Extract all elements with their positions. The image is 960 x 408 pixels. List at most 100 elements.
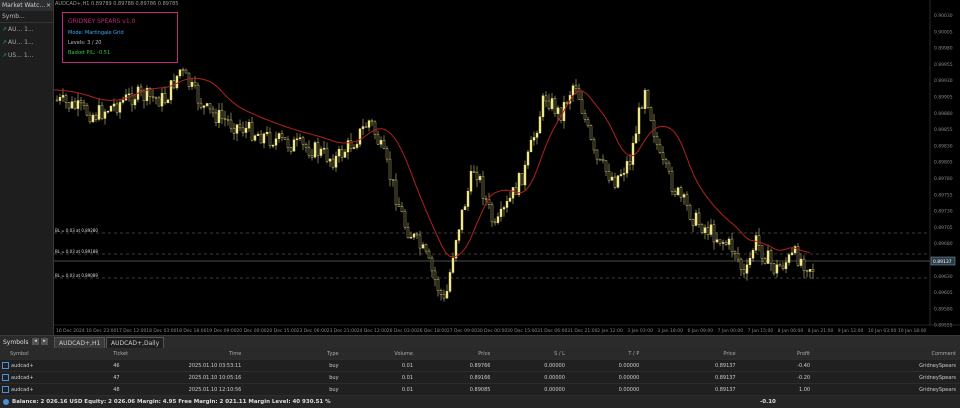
candle-body — [55, 99, 59, 102]
candle-body — [277, 133, 281, 139]
col-tp[interactable]: T / P — [565, 351, 639, 357]
cell-sl: 0.00000 — [544, 386, 565, 393]
chart-canvas[interactable]: 0.90030 0.90005 0.89980 0.89955 0.89930 0.899… — [53, 0, 960, 335]
table-row[interactable]: audcad+ 48 2025.01.10 12:10:56 buy 0.01 … — [0, 384, 960, 396]
candle-body — [670, 170, 674, 192]
candle-body — [550, 98, 554, 109]
candle-body — [268, 131, 272, 146]
candle-body — [595, 149, 599, 160]
candle-body — [517, 173, 521, 195]
candle-body — [118, 102, 122, 113]
candle-body — [169, 80, 173, 101]
table-row[interactable]: audcad+ 46 2025.01.10 03:53:11 buy 0.01 … — [0, 360, 960, 372]
cell-symbol: audcad+ — [11, 374, 34, 381]
candle-body — [547, 100, 551, 109]
market-watch-row[interactable]: ↗ AU... 1... — [0, 36, 53, 49]
col-ticket[interactable]: Ticket — [113, 351, 188, 357]
candle-body — [253, 135, 257, 141]
candle-body — [760, 245, 764, 259]
table-row[interactable]: audcad+ 47 2025.01.10 10:05:16 buy 0.01 … — [0, 372, 960, 384]
candle-body — [496, 216, 500, 223]
candle-body — [667, 162, 671, 172]
close-icon[interactable]: × — [46, 2, 51, 10]
candle-body — [316, 142, 320, 156]
tab-prev-button[interactable]: ◂ — [32, 338, 39, 345]
candle-body — [673, 191, 677, 195]
price-tick: 0.90005 — [934, 29, 953, 35]
candle-body — [370, 120, 374, 123]
candle-body — [478, 176, 482, 181]
candle-body — [703, 227, 707, 234]
candle-body — [499, 208, 503, 217]
market-watch-header[interactable]: Symb... — [0, 11, 53, 23]
market-watch-panel: Market Watc... × Symb... ↗ AU... 1... ↗ … — [0, 0, 54, 335]
cell-type: buy — [329, 362, 339, 369]
candle-body — [220, 109, 224, 119]
candle-body — [424, 244, 428, 252]
symbols-tab[interactable]: Symbols — [0, 337, 31, 347]
chart-title: AUDCAD+,H1 0.89789 0.89788 0.89786 0.897… — [55, 1, 179, 7]
candle-body — [769, 250, 773, 264]
level-label: BL = 0.03 at 0.89188 — [55, 249, 98, 254]
candle-body — [385, 148, 389, 160]
time-tick: 16 Dec 2024 — [56, 328, 85, 334]
ea-title: GRIDNEY SPEARS v1.0 — [68, 18, 136, 25]
time-tick: 16 Dec 23:00 — [86, 328, 116, 334]
col-profit[interactable]: Profit — [736, 351, 810, 357]
cell-ticket: 46 — [113, 362, 120, 369]
candle-body — [67, 102, 71, 109]
candle-body — [448, 272, 452, 292]
candle-body — [70, 101, 74, 109]
candle-body — [763, 258, 767, 264]
candle-body — [526, 151, 530, 166]
candle-body — [121, 99, 125, 103]
price-chart[interactable]: 0.90030 0.90005 0.89980 0.89955 0.89930 0.899… — [53, 0, 960, 335]
candle-body — [790, 252, 794, 255]
price-tick: 0.90030 — [934, 13, 953, 19]
price-tick: 0.89730 — [934, 209, 953, 215]
candle-body — [199, 102, 203, 108]
market-watch-row[interactable]: ↗ US... 1... — [0, 49, 53, 62]
cell-volume: 0.01 — [401, 374, 414, 381]
candle-body — [784, 262, 788, 270]
candle-body — [397, 204, 401, 207]
candle-body — [718, 239, 722, 244]
candle-body — [88, 114, 92, 123]
candle-body — [757, 235, 761, 246]
price-tick: 0.89855 — [934, 127, 953, 133]
tab-next-button[interactable]: ▸ — [41, 338, 48, 345]
candle-body — [262, 133, 266, 144]
col-type[interactable]: Type — [241, 351, 338, 357]
candle-body — [463, 206, 467, 211]
candle-body — [571, 85, 575, 96]
candle-body — [214, 112, 218, 124]
price-tick: 0.89680 — [934, 241, 953, 247]
candle-body — [637, 107, 641, 134]
symbol-value: 1... — [24, 26, 34, 33]
col-current-price[interactable]: Price — [639, 351, 735, 357]
candle-body — [565, 102, 569, 104]
price-tick: 0.89705 — [934, 225, 953, 231]
candle-body — [388, 158, 392, 180]
cell-tp: 0.00000 — [618, 362, 640, 369]
col-price[interactable]: Price — [413, 351, 490, 357]
col-sl[interactable]: S / L — [490, 351, 565, 357]
candle-body — [619, 174, 623, 176]
price-tick: 0.89955 — [934, 62, 953, 68]
time-tick: 23 Dec 06:00 — [297, 328, 327, 334]
candle-body — [484, 198, 488, 200]
time-tick: 3 Jan 03:00 — [627, 328, 653, 334]
col-time[interactable]: Time — [189, 351, 241, 357]
candle-body — [415, 233, 419, 236]
col-comment[interactable]: Comment — [810, 351, 960, 357]
market-watch-titlebar: Market Watc... × — [0, 0, 53, 11]
cell-comment: GridneySpears — [919, 374, 956, 381]
current-price-label: 0.89137 — [933, 259, 952, 265]
col-symbol[interactable]: Symbol — [0, 351, 113, 357]
col-volume[interactable]: Volume — [339, 351, 413, 357]
market-watch-row[interactable]: ↗ AU... 1... — [0, 23, 53, 36]
time-tick: 19 Dec 09:00 — [206, 328, 236, 334]
cell-symbol: audcad+ — [11, 386, 34, 393]
candle-body — [238, 124, 242, 129]
time-tick: 26 Dec 03:00 — [387, 328, 417, 334]
